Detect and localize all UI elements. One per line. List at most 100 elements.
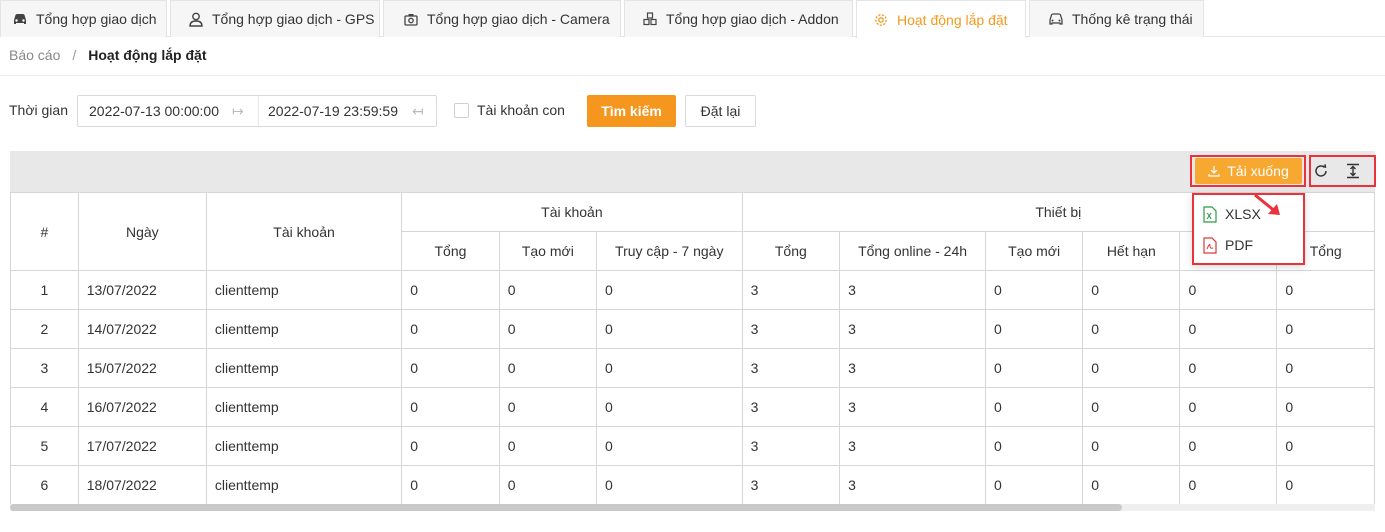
reload-icon[interactable] [1313, 163, 1329, 179]
header-dev-new: Tạo mới [984, 231, 1084, 271]
table-cell-extra-total: 0 [1276, 348, 1375, 388]
table-cell-dev-total: 3 [741, 426, 841, 466]
breadcrumb: Báo cáo / Hoạt động lắp đặt [9, 47, 206, 63]
excel-file-icon: X [1202, 205, 1218, 223]
table-cell-account: clienttemp [205, 387, 403, 427]
table-cell-idx: 3 [10, 348, 79, 388]
svg-text:X: X [1207, 212, 1213, 221]
header-dev-expired: Hết hạn [1082, 231, 1181, 271]
divider [0, 75, 1385, 76]
table-cell-date: 15/07/2022 [77, 348, 207, 388]
user-icon [188, 11, 204, 27]
table-cell-idx: 6 [10, 465, 79, 505]
table-row[interactable]: 1 13/07/2022 clienttemp 0 0 0 3 3 0 0 0 0 [10, 270, 1375, 310]
header-index: # [10, 192, 79, 271]
table-cell-acc-access: 0 [595, 465, 743, 505]
table-cell-dev-online: 3 [839, 309, 986, 349]
tab-tong-hop-giao-dich-gps[interactable]: Tổng hợp giao dịch - GPS [170, 0, 380, 37]
table-cell-dev-expired: 0 [1082, 387, 1181, 427]
header-acc-access: Truy cập - 7 ngày [595, 231, 743, 271]
table-row[interactable]: 2 14/07/2022 clienttemp 0 0 0 3 3 0 0 0 0 [10, 309, 1375, 349]
tab-label: Tổng hợp giao dịch [36, 11, 157, 27]
table-cell-account: clienttemp [205, 426, 403, 466]
table-cell-acc-total: 0 [401, 309, 500, 349]
gear-icon [873, 12, 889, 28]
table-cell-extra-total: 0 [1276, 465, 1375, 505]
header-account: Tài khoản [205, 192, 403, 271]
table-cell-dev-online: 3 [839, 465, 986, 505]
table-cell-dev-total: 3 [741, 348, 841, 388]
table-cell-dev-total: 3 [741, 309, 841, 349]
pdf-file-icon [1202, 236, 1218, 254]
camera-icon [403, 11, 419, 27]
table-cell-acc-access: 0 [595, 270, 743, 310]
column-height-icon[interactable] [1345, 163, 1361, 179]
horizontal-scrollbar[interactable] [10, 504, 1375, 511]
tab-label: Hoạt động lắp đặt [897, 11, 1008, 28]
pdf-label: PDF [1225, 237, 1253, 253]
table-cell-dev-total: 3 [741, 270, 841, 310]
table-row[interactable]: 6 18/07/2022 clienttemp 0 0 0 3 3 0 0 0 0 [10, 465, 1375, 505]
header-acc-new: Tạo mới [498, 231, 597, 271]
header-date: Ngày [77, 192, 207, 271]
start-date-input[interactable]: 2022-07-13 00:00:00 [89, 103, 219, 119]
table-container: # Ngày Tài khoản Tài khoản Thiết bị Tổng… [10, 151, 1375, 511]
search-button[interactable]: Tìm kiếm [587, 95, 676, 127]
arrow-right-to-line-icon: ↦ [232, 103, 244, 119]
table-cell-extra-total: 0 [1276, 426, 1375, 466]
table-cell-dev-expired: 0 [1082, 465, 1181, 505]
download-highlight-box [1190, 155, 1306, 187]
tab-tong-hop-giao-dich[interactable]: Tổng hợp giao dịch [0, 0, 167, 37]
car-icon [1048, 11, 1064, 27]
table-cell-date: 16/07/2022 [77, 387, 207, 427]
scrollbar-thumb[interactable] [10, 504, 1122, 511]
car-icon [12, 11, 28, 27]
table-cell-extra-a: 0 [1179, 348, 1278, 388]
tab-label: Tổng hợp giao dịch - Camera [427, 11, 610, 27]
tab-tong-hop-giao-dich-camera[interactable]: Tổng hợp giao dịch - Camera [383, 0, 621, 37]
tab-label: Tổng hợp giao dịch - Addon [666, 11, 839, 27]
sub-account-checkbox[interactable] [454, 103, 469, 118]
table-cell-account: clienttemp [205, 348, 403, 388]
table-cell-account: clienttemp [205, 309, 403, 349]
header-acc-total: Tổng [401, 231, 500, 271]
header-group-account: Tài khoản [401, 192, 743, 232]
breadcrumb-parent[interactable]: Báo cáo [9, 47, 60, 63]
tab-tong-hop-giao-dich-addon[interactable]: Tổng hợp giao dịch - Addon [624, 0, 853, 37]
end-date-input[interactable]: 2022-07-19 23:59:59 [268, 103, 398, 119]
table-cell-acc-total: 0 [401, 465, 500, 505]
table-cell-extra-total: 0 [1276, 387, 1375, 427]
download-pdf-option[interactable]: PDF [1202, 235, 1253, 255]
table-cell-extra-a: 0 [1179, 270, 1278, 310]
table-cell-acc-total: 0 [401, 348, 500, 388]
date-range-picker[interactable]: 2022-07-13 00:00:00 ↦ 2022-07-19 23:59:5… [77, 95, 437, 127]
table-cell-idx: 4 [10, 387, 79, 427]
table-cell-acc-new: 0 [498, 309, 597, 349]
table-cell-dev-total: 3 [741, 465, 841, 505]
table-cell-acc-new: 0 [498, 387, 597, 427]
table-cell-extra-total: 0 [1276, 309, 1375, 349]
tab-bar: Tổng hợp giao dịch Tổng hợp giao dịch - … [0, 0, 1385, 38]
table-cell-acc-total: 0 [401, 387, 500, 427]
table-cell-dev-expired: 0 [1082, 270, 1181, 310]
table-cell-date: 13/07/2022 [77, 270, 207, 310]
reset-button[interactable]: Đặt lại [685, 95, 756, 127]
table-cell-dev-expired: 0 [1082, 309, 1181, 349]
annotation-arrow-icon [1254, 193, 1280, 215]
table-cell-extra-a: 0 [1179, 387, 1278, 427]
range-divider [258, 96, 259, 126]
table-cell-idx: 5 [10, 426, 79, 466]
table-row[interactable]: 3 15/07/2022 clienttemp 0 0 0 3 3 0 0 0 0 [10, 348, 1375, 388]
table-cell-extra-a: 0 [1179, 309, 1278, 349]
table-cell-date: 18/07/2022 [77, 465, 207, 505]
table-cell-acc-total: 0 [401, 270, 500, 310]
table-row[interactable]: 5 17/07/2022 clienttemp 0 0 0 3 3 0 0 0 0 [10, 426, 1375, 466]
table-cell-acc-new: 0 [498, 348, 597, 388]
table-row[interactable]: 4 16/07/2022 clienttemp 0 0 0 3 3 0 0 0 0 [10, 387, 1375, 427]
table-cell-date: 17/07/2022 [77, 426, 207, 466]
tab-hoat-dong-lap-dat[interactable]: Hoạt động lắp đặt [856, 0, 1026, 38]
table-cell-acc-access: 0 [595, 309, 743, 349]
tab-thong-ke-trang-thai[interactable]: Thống kê trạng thái [1029, 0, 1204, 37]
table-cell-dev-online: 3 [839, 426, 986, 466]
table-cell-dev-new: 0 [984, 387, 1084, 427]
